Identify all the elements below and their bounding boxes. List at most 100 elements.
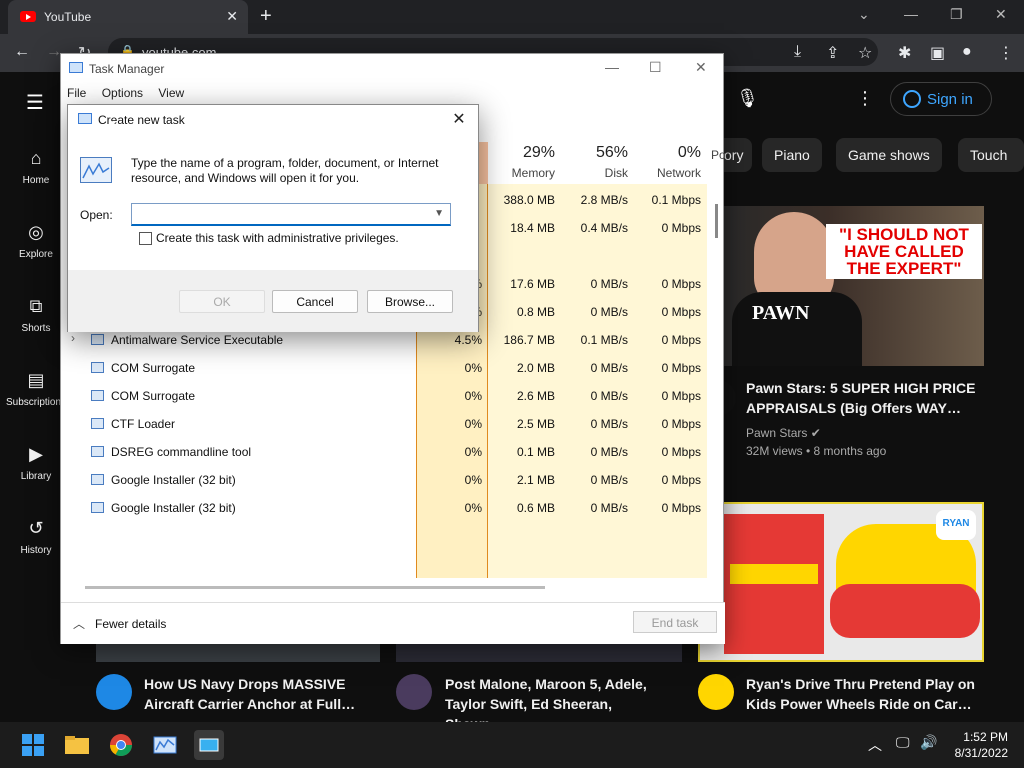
- new-tab-icon[interactable]: +: [260, 5, 272, 28]
- table-row[interactable]: Google Installer (32 bit) 0% 0.6 MB 0 MB/s 0…: [61, 494, 725, 522]
- table-row[interactable]: DSREG commandline tool 0% 0.1 MB 0 MB/s 0 Mb…: [61, 438, 725, 466]
- vertical-scrollbar[interactable]: [715, 204, 718, 238]
- back-icon[interactable]: ←: [14, 43, 30, 61]
- chip-label: Touch: [970, 147, 1008, 163]
- horizontal-scrollbar[interactable]: [85, 586, 545, 589]
- ok-button[interactable]: OK: [179, 290, 265, 313]
- close-icon[interactable]: ✕: [448, 109, 470, 129]
- volume-icon[interactable]: 🔊: [920, 734, 937, 751]
- video-title[interactable]: Pawn Stars: 5 SUPER HIGH PRICE APPRAISAL…: [746, 378, 976, 418]
- tab-search-icon[interactable]: ⌄: [858, 6, 870, 23]
- task-manager-icon: [153, 736, 177, 754]
- task-manager-title: Task Manager: [89, 62, 165, 76]
- chip-touch[interactable]: Touch: [958, 138, 1024, 172]
- install-icon[interactable]: ⤓: [794, 43, 801, 61]
- file-explorer-button[interactable]: [62, 730, 92, 760]
- menu-view[interactable]: View: [158, 86, 184, 100]
- menu-file[interactable]: File: [67, 86, 86, 100]
- power-column-header[interactable]: Po: [711, 144, 725, 162]
- fewer-details-button[interactable]: ︿ Fewer details: [73, 615, 166, 632]
- video-meta: 32M views • 8 months ago: [746, 444, 887, 458]
- close-window-icon[interactable]: ✕: [995, 6, 1007, 23]
- nav-shorts-label: Shorts: [21, 323, 51, 334]
- dialog-titlebar[interactable]: Create new task ✕: [68, 105, 478, 135]
- network-column-header[interactable]: 0% Network: [635, 144, 701, 180]
- profile-icon[interactable]: ●: [962, 43, 972, 61]
- memory-column-header[interactable]: 29% Memory: [488, 144, 555, 180]
- process-name: Google Installer (32 bit): [111, 473, 236, 487]
- cell-net: 0 Mbps: [661, 221, 701, 235]
- channel-avatar[interactable]: [396, 674, 432, 710]
- minimize-icon[interactable]: —: [904, 6, 918, 22]
- settings-dots-icon[interactable]: ⋮: [856, 88, 874, 109]
- run-dialog-taskbar-button[interactable]: [194, 730, 224, 760]
- sign-in-button[interactable]: Sign in: [890, 82, 992, 116]
- table-row[interactable]: COM Surrogate 0% 2.0 MB 0 MB/s 0 Mbps: [61, 354, 725, 382]
- youtube-favicon-icon: [20, 11, 36, 22]
- chrome-button[interactable]: [106, 730, 136, 760]
- cell-mem: 0.1 MB: [516, 445, 555, 459]
- task-manager-taskbar-button[interactable]: [150, 730, 180, 760]
- thumbnail-caption: "I SHOULD NOT HAVE CALLED THE EXPERT": [826, 224, 982, 279]
- maximize-icon[interactable]: ☐: [649, 59, 662, 76]
- nav-home-label: Home: [22, 175, 50, 186]
- cancel-button[interactable]: Cancel: [272, 290, 358, 313]
- clock-time: 1:52 PM: [963, 730, 1008, 744]
- close-tab-icon[interactable]: ✕: [226, 8, 238, 25]
- admin-privileges-checkbox[interactable]: [139, 232, 152, 245]
- share-icon[interactable]: ⇪: [826, 43, 839, 63]
- cell-mem: 186.7 MB: [503, 333, 555, 347]
- open-input[interactable]: [136, 206, 426, 223]
- browse-button[interactable]: Browse...: [367, 290, 453, 313]
- menu-options[interactable]: Options: [102, 86, 143, 100]
- chevron-down-icon[interactable]: ▼: [434, 208, 444, 219]
- thumbnail-counter: [730, 564, 818, 584]
- browser-menu-icon[interactable]: ⋮: [998, 43, 1014, 63]
- disk-label: Disk: [604, 166, 628, 180]
- admin-privileges-label[interactable]: Create this task with administrative pri…: [156, 231, 399, 245]
- chip-game-shows[interactable]: Game shows: [836, 138, 942, 172]
- process-name: COM Surrogate: [111, 361, 196, 375]
- process-name: CTF Loader: [111, 417, 176, 431]
- hamburger-menu-icon[interactable]: ☰: [26, 90, 44, 115]
- system-clock[interactable]: 1:52 PM 8/31/2022: [955, 729, 1008, 761]
- process-icon: [91, 418, 104, 429]
- extensions-icon[interactable]: ✱: [898, 43, 911, 63]
- table-row[interactable]: Google Installer (32 bit) 0% 2.1 MB 0 MB/s 0…: [61, 466, 725, 494]
- end-task-button[interactable]: End task: [633, 611, 717, 633]
- restore-icon[interactable]: ❐: [950, 6, 963, 23]
- video-thumbnail-ryan[interactable]: RYAN: [698, 502, 984, 662]
- process-icon: [91, 390, 104, 401]
- close-icon[interactable]: ✕: [695, 59, 707, 76]
- start-button[interactable]: [18, 730, 48, 760]
- expand-chevron-icon[interactable]: ›: [71, 331, 75, 345]
- minimize-icon[interactable]: —: [605, 59, 619, 75]
- create-new-task-dialog: Create new task ✕ Type the name of a pro…: [67, 104, 479, 332]
- microphone-icon[interactable]: 🎙: [736, 88, 759, 109]
- video-title[interactable]: Ryan's Drive Thru Pretend Play on Kids P…: [746, 674, 976, 714]
- table-row[interactable]: COM Surrogate 0% 2.6 MB 0 MB/s 0 Mbps: [61, 382, 725, 410]
- process-icon: [91, 334, 104, 345]
- thumbnail-playhouse: [724, 514, 824, 654]
- chip-piano[interactable]: Piano: [762, 138, 822, 172]
- network-icon[interactable]: 🖵: [896, 734, 910, 751]
- chevron-up-icon[interactable]: ︿: [868, 735, 882, 755]
- run-icon: [78, 113, 92, 124]
- video-thumbnail-pawn-stars[interactable]: PAWN "I SHOULD NOT HAVE CALLED THE EXPER…: [724, 206, 984, 366]
- channel-avatar[interactable]: [698, 674, 734, 710]
- channel-name[interactable]: Pawn Stars ✔: [746, 424, 821, 442]
- process-icon: [91, 446, 104, 457]
- table-row[interactable]: CTF Loader 0% 2.5 MB 0 MB/s 0 Mbps: [61, 410, 725, 438]
- browser-tab-bar: YouTube ✕ + ⌄ — ❐ ✕: [0, 0, 1024, 34]
- bookmark-star-icon[interactable]: ☆: [858, 43, 872, 63]
- side-panel-icon[interactable]: ▣: [930, 43, 945, 63]
- browser-tab-youtube[interactable]: YouTube ✕: [8, 0, 248, 34]
- graph-icon: [82, 162, 110, 179]
- channel-avatar[interactable]: [96, 674, 132, 710]
- nav-library-label: Library: [20, 471, 52, 482]
- open-combobox[interactable]: ▼: [131, 203, 451, 226]
- verified-icon: ✔: [810, 426, 821, 440]
- video-title[interactable]: How US Navy Drops MASSIVE Aircraft Carri…: [144, 674, 364, 714]
- disk-column-header[interactable]: 56% Disk: [561, 144, 628, 180]
- cell-mem: 0.6 MB: [516, 501, 555, 515]
